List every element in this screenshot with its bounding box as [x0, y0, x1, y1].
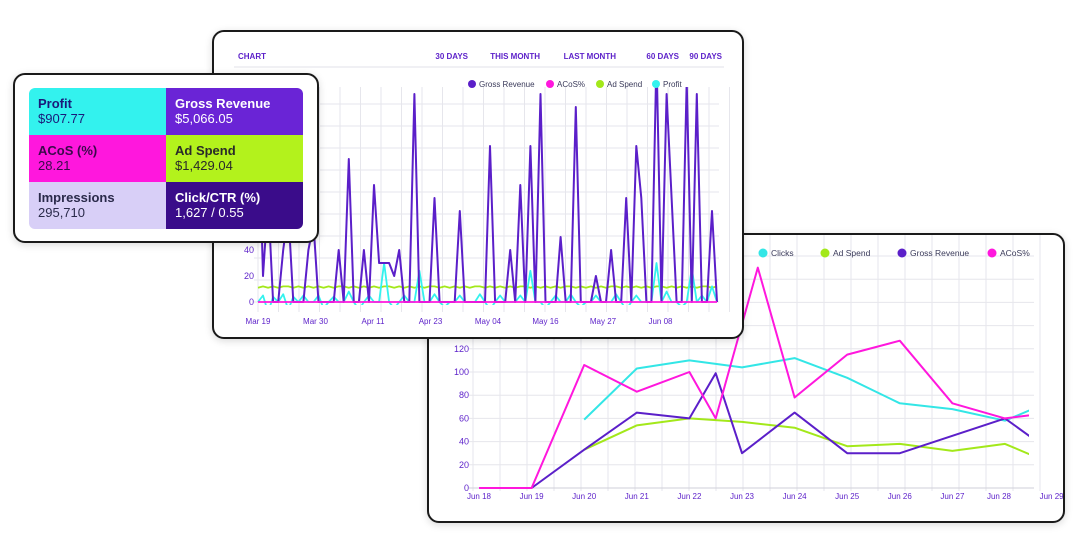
legend-swatch: [546, 80, 554, 88]
x-tick-label: Jun 24: [783, 492, 808, 501]
x-tick-label: May 16: [532, 317, 559, 326]
legend-label-acos: ACoS%: [557, 80, 585, 89]
kpi-profit: Profit $907.77: [29, 88, 166, 135]
x-tick-label: Jun 29: [1040, 492, 1063, 501]
legend-swatch: [652, 80, 660, 88]
legend-swatch: [758, 248, 768, 258]
kpi-label: Ad Spend: [175, 143, 236, 158]
x-tick-label: Jun 08: [648, 317, 673, 326]
series-line-gross-revenue: [257, 87, 718, 303]
legend-swatch: [596, 80, 604, 88]
kpi-value: 295,710: [38, 205, 85, 220]
legend-label-ad-spend: Ad Spend: [833, 248, 871, 258]
kpi-label: Click/CTR (%): [175, 190, 261, 205]
kpi-value: 28.21: [38, 158, 71, 173]
x-tick-label: Jun 25: [835, 492, 860, 501]
legend-label-gross-revenue: Gross Revenue: [910, 248, 969, 258]
y-tick-label: 40: [459, 437, 469, 447]
x-tick-label: Jun 23: [730, 492, 755, 501]
y-tick-label: 0: [249, 297, 254, 307]
kpi-gross-revenue: Gross Revenue $5,066.05: [166, 88, 303, 135]
legend-swatch: [987, 248, 997, 258]
range-60-days-button[interactable]: 60 DAYS: [646, 52, 679, 61]
kpi-acos: ACoS (%) 28.21: [29, 135, 166, 182]
x-tick-label: Jun 28: [987, 492, 1012, 501]
legend-label-ad-spend: Ad Spend: [607, 80, 642, 89]
x-tick-label: Jun 22: [677, 492, 702, 501]
series-line-ad-spend: [257, 285, 718, 289]
x-tick-label: Mar 30: [303, 317, 328, 326]
kpi-grid: Profit $907.77 Gross Revenue $5,066.05 ACoS …: [29, 88, 303, 229]
legend-swatch: [897, 248, 907, 258]
x-tick-label: Jun 27: [940, 492, 965, 501]
legend-swatch: [820, 248, 830, 258]
kpi-summary-card: Profit $907.77 Gross Revenue $5,066.05 ACoS …: [13, 73, 319, 243]
kpi-value: 1,627 / 0.55: [175, 205, 244, 220]
range-last-month-button[interactable]: LAST MONTH: [564, 52, 617, 61]
x-tick-label: Jun 18: [467, 492, 492, 501]
kpi-value: $907.77: [38, 111, 85, 126]
range-90-days-button[interactable]: 90 DAYS: [689, 52, 722, 61]
kpi-label: Gross Revenue: [175, 96, 271, 111]
legend-label-acos: ACoS%: [1000, 248, 1030, 258]
kpi-label: Profit: [38, 96, 72, 111]
x-tick-label: Jun 19: [520, 492, 545, 501]
x-tick-label: May 27: [590, 317, 617, 326]
x-tick-label: Jun 26: [888, 492, 913, 501]
kpi-value: $1,429.04: [175, 158, 233, 173]
legend-label-profit: Profit: [663, 80, 682, 89]
y-tick-label: 80: [459, 390, 469, 400]
legend-swatch: [468, 80, 476, 88]
chart-title: CHART: [238, 52, 266, 61]
y-tick-label: 20: [244, 271, 254, 281]
x-tick-label: Jun 21: [625, 492, 650, 501]
y-tick-label: 60: [459, 413, 469, 423]
legend-label-gross-revenue: Gross Revenue: [479, 80, 535, 89]
kpi-value: $5,066.05: [175, 111, 233, 126]
kpi-click-ctr: Click/CTR (%) 1,627 / 0.55: [166, 182, 303, 229]
range-30-days-button[interactable]: 30 DAYS: [435, 52, 468, 61]
kpi-ad-spend: Ad Spend $1,429.04: [166, 135, 303, 182]
x-tick-label: Apr 23: [419, 317, 443, 326]
kpi-impressions: Impressions 295,710: [29, 182, 166, 229]
kpi-label: Impressions: [38, 190, 115, 205]
kpi-label: ACoS (%): [38, 143, 98, 158]
legend-label-clicks: Clicks: [771, 248, 794, 258]
x-tick-label: Apr 11: [362, 317, 386, 326]
x-tick-label: Mar 19: [246, 317, 271, 326]
y-tick-label: 120: [454, 344, 469, 354]
range-this-month-button[interactable]: THIS MONTH: [490, 52, 540, 61]
y-tick-label: 100: [454, 367, 469, 377]
y-tick-label: 20: [459, 460, 469, 470]
x-tick-label: Jun 20: [572, 492, 597, 501]
x-tick-label: May 04: [475, 317, 502, 326]
y-tick-label: 40: [244, 245, 254, 255]
